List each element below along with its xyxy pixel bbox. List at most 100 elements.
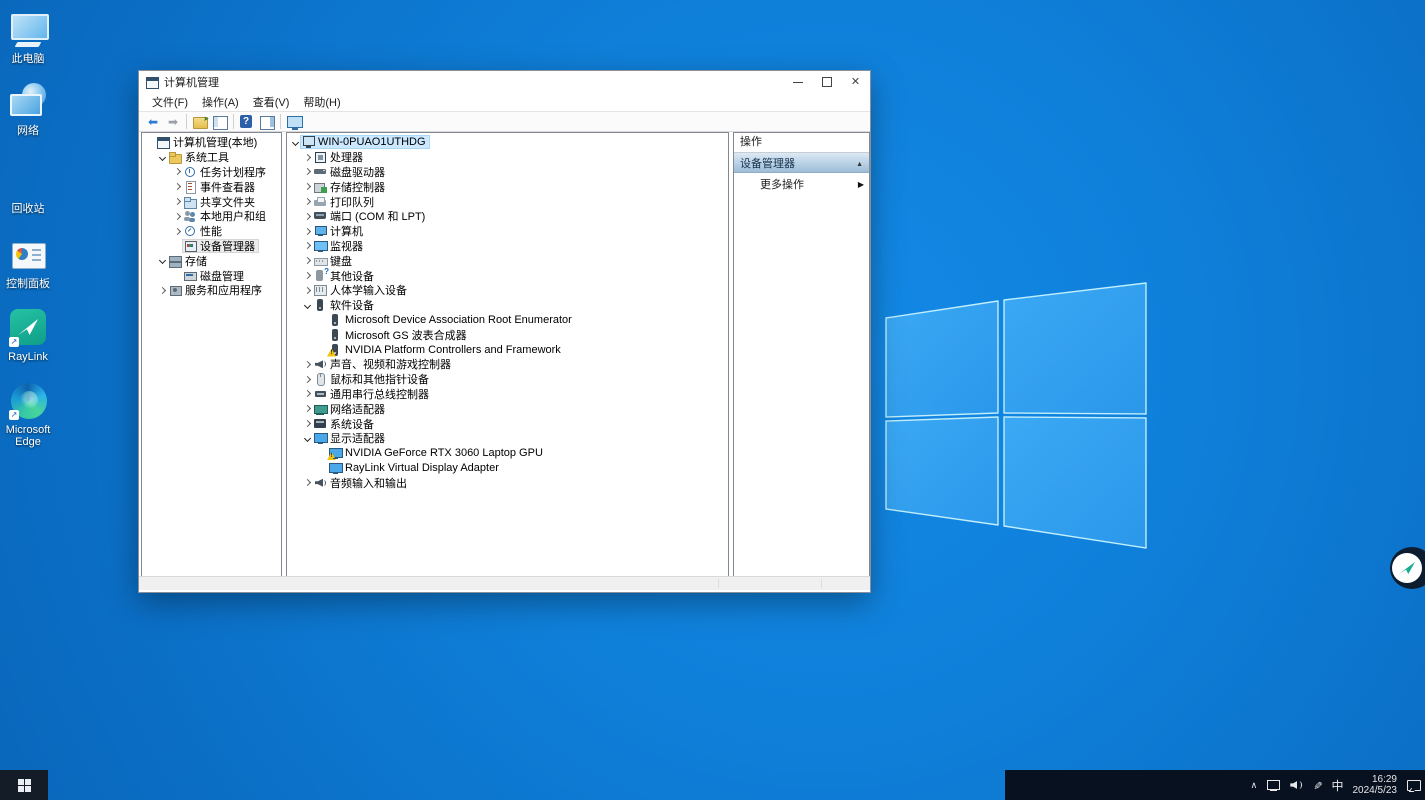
close-button[interactable]	[841, 71, 870, 93]
tree-item-core[interactable]: 磁盘管理	[182, 269, 248, 283]
tree-item[interactable]: 共享文件夹	[142, 194, 281, 209]
tree-item-core[interactable]: 打印队列	[312, 195, 378, 209]
tree-item[interactable]: RayLink Virtual Display Adapter	[287, 461, 728, 476]
tray-chevron-up-icon[interactable]: ∧	[1251, 780, 1258, 791]
export-list-button[interactable]	[190, 113, 210, 131]
start-button[interactable]	[0, 770, 48, 800]
tree-item[interactable]: NVIDIA Platform Controllers and Framewor…	[287, 342, 728, 357]
expand-chevron-icon[interactable]	[172, 199, 182, 204]
tree-item-core[interactable]: 系统工具	[167, 150, 233, 164]
expand-chevron-icon[interactable]	[302, 406, 312, 411]
tree-item[interactable]: 打印队列	[287, 194, 728, 209]
desktop-icon-this-pc[interactable]: 此电脑	[2, 10, 54, 65]
clock[interactable]: 16:29 2024/5/23	[1353, 774, 1398, 796]
menu-item[interactable]: 文件(F)	[145, 92, 195, 112]
tree-item[interactable]: 任务计划程序	[142, 165, 281, 180]
expand-chevron-icon[interactable]	[172, 169, 182, 174]
tree-item[interactable]: 网络适配器	[287, 401, 728, 416]
tree-item-core[interactable]: 计算机管理(本地)	[155, 135, 261, 149]
expand-chevron-icon[interactable]	[302, 169, 312, 174]
tree-item-core[interactable]: 系统设备	[312, 417, 378, 431]
tree-item[interactable]: 声音、视频和游戏控制器	[287, 357, 728, 372]
expand-chevron-icon[interactable]	[172, 229, 182, 234]
tree-item[interactable]: 服务和应用程序	[142, 283, 281, 298]
expand-chevron-icon[interactable]	[172, 184, 182, 189]
tree-item[interactable]: Microsoft Device Association Root Enumer…	[287, 313, 728, 328]
tree-item-core[interactable]: Microsoft Device Association Root Enumer…	[327, 313, 576, 327]
tree-item-core[interactable]: 通用串行总线控制器	[312, 387, 433, 401]
expand-chevron-icon[interactable]	[302, 391, 312, 396]
tree-item[interactable]: 监视器	[287, 239, 728, 254]
tree-item-core[interactable]: 显示适配器	[312, 431, 389, 445]
tree-item-core[interactable]: 软件设备	[312, 298, 378, 312]
tree-item-core[interactable]: RayLink Virtual Display Adapter	[327, 461, 503, 475]
tree-item[interactable]: 鼠标和其他指针设备	[287, 372, 728, 387]
volume-tray-icon[interactable]	[1290, 779, 1304, 791]
expand-chevron-icon[interactable]	[157, 155, 167, 160]
menu-item[interactable]: 帮助(H)	[296, 92, 347, 112]
tree-item[interactable]: 显示适配器	[287, 431, 728, 446]
tree-item[interactable]: 磁盘管理	[142, 268, 281, 283]
tree-item[interactable]: 设备管理器	[142, 239, 281, 254]
tree-item-core[interactable]: 鼠标和其他指针设备	[312, 372, 433, 386]
title-bar[interactable]: 计算机管理	[139, 71, 870, 93]
tree-item[interactable]: 通用串行总线控制器	[287, 387, 728, 402]
tree-item[interactable]: 磁盘驱动器	[287, 165, 728, 180]
expand-chevron-icon[interactable]	[302, 362, 312, 367]
tree-item[interactable]: 事件查看器	[142, 179, 281, 194]
expand-chevron-icon[interactable]	[302, 184, 312, 189]
tree-item-core[interactable]: 网络适配器	[312, 402, 389, 416]
raylink-floating-ball[interactable]	[1390, 547, 1425, 589]
tree-item-core[interactable]: 事件查看器	[182, 180, 259, 194]
tree-item-core[interactable]: 本地用户和组	[182, 209, 270, 223]
expand-chevron-icon[interactable]	[302, 288, 312, 293]
tree-item[interactable]: 人体学输入设备	[287, 283, 728, 298]
tree-item[interactable]: 系统工具	[142, 150, 281, 165]
tree-item[interactable]: 软件设备	[287, 298, 728, 313]
tree-item-core[interactable]: 端口 (COM 和 LPT)	[312, 209, 429, 223]
tree-item[interactable]: 本地用户和组	[142, 209, 281, 224]
tree-item-core[interactable]: NVIDIA GeForce RTX 3060 Laptop GPU	[327, 446, 547, 460]
tree-item[interactable]: 存储	[142, 253, 281, 268]
network-tray-icon[interactable]	[1266, 779, 1281, 791]
tree-item[interactable]: Microsoft GS 波表合成器	[287, 327, 728, 342]
tree-item-core[interactable]: 音频输入和输出	[312, 476, 411, 490]
tree-item[interactable]: 系统设备	[287, 416, 728, 431]
expand-chevron-icon[interactable]	[302, 199, 312, 204]
pen-tray-icon[interactable]: ✎	[1311, 780, 1324, 789]
tree-item[interactable]: 计算机管理(本地)	[142, 135, 281, 150]
expand-chevron-icon[interactable]	[302, 421, 312, 426]
expand-chevron-icon[interactable]	[157, 258, 167, 263]
tree-item[interactable]: NVIDIA GeForce RTX 3060 Laptop GPU	[287, 446, 728, 461]
tree-item-core[interactable]: 性能	[182, 224, 226, 238]
tree-item[interactable]: 计算机	[287, 224, 728, 239]
tree-item-core[interactable]: WIN-0PUAO1UTHDG	[300, 135, 430, 149]
forward-button[interactable]	[163, 113, 183, 131]
maximize-button[interactable]	[812, 71, 841, 93]
tree-item[interactable]: 处理器	[287, 150, 728, 165]
expand-chevron-icon[interactable]	[302, 229, 312, 234]
tree-item[interactable]: 音频输入和输出	[287, 475, 728, 490]
tree-item[interactable]: 其他设备	[287, 268, 728, 283]
expand-chevron-icon[interactable]	[302, 303, 312, 308]
console-tree-button[interactable]	[210, 113, 230, 131]
remote-desktop-button[interactable]	[284, 113, 304, 131]
tree-item-core[interactable]: 磁盘驱动器	[312, 165, 389, 179]
tree-item[interactable]: 性能	[142, 224, 281, 239]
show-hide-pane-button[interactable]	[257, 113, 277, 131]
help-button[interactable]	[237, 113, 257, 131]
expand-chevron-icon[interactable]	[302, 214, 312, 219]
tree-item-core[interactable]: 人体学输入设备	[312, 283, 411, 297]
expand-chevron-icon[interactable]	[172, 214, 182, 219]
expand-chevron-icon[interactable]	[157, 288, 167, 293]
desktop-icon-recycle-bin[interactable]: 回收站	[2, 160, 54, 215]
desktop-icon-control-panel[interactable]: 控制面板	[2, 235, 54, 290]
action-center-icon[interactable]	[1406, 779, 1421, 792]
tree-item-core[interactable]: 共享文件夹	[182, 195, 259, 209]
tree-item-core[interactable]: 设备管理器	[182, 239, 259, 253]
tree-item-core[interactable]: 其他设备	[312, 269, 378, 283]
desktop-icon-edge[interactable]: ↗Microsoft Edge	[2, 381, 54, 448]
tree-item-core[interactable]: 键盘	[312, 254, 356, 268]
tree-item-core[interactable]: 任务计划程序	[182, 165, 270, 179]
tree-item[interactable]: WIN-0PUAO1UTHDG	[287, 135, 728, 150]
